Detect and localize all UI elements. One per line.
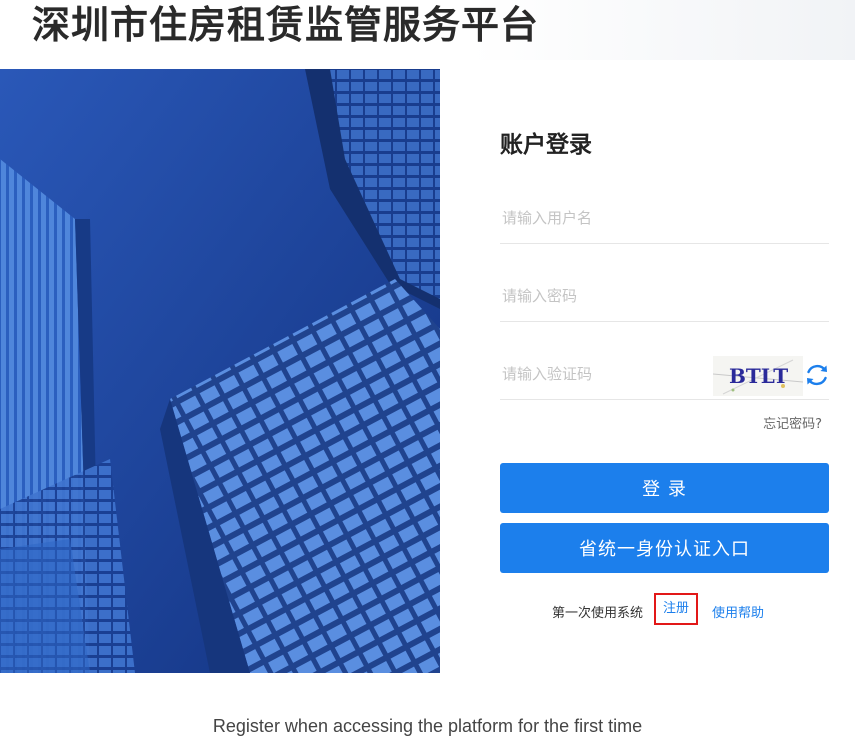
password-input[interactable] bbox=[500, 281, 704, 311]
site-title: 深圳市住房租赁监管服务平台 bbox=[32, 3, 540, 47]
login-panel: 账户登录 BTLT bbox=[500, 69, 830, 673]
captcha-input[interactable] bbox=[500, 359, 704, 389]
site-header: 深圳市住房租赁监管服务平台 bbox=[0, 0, 855, 60]
first-time-text: 第一次使用系统 bbox=[552, 606, 644, 621]
username-field-row bbox=[500, 197, 829, 244]
hero-building-image bbox=[0, 69, 440, 673]
captcha-field-row: BTLT bbox=[500, 353, 829, 400]
instruction-caption: Register when accessing the platform for… bbox=[212, 716, 643, 736]
forgot-password-link[interactable]: 忘记密码? bbox=[763, 413, 822, 432]
help-link[interactable]: 使用帮助 bbox=[712, 602, 764, 621]
username-input[interactable] bbox=[500, 203, 704, 233]
refresh-icon[interactable] bbox=[804, 362, 830, 388]
captcha-image[interactable]: BTLT bbox=[713, 356, 803, 396]
login-heading: 账户登录 bbox=[500, 132, 592, 158]
login-button[interactable]: 登 录 bbox=[500, 463, 829, 513]
register-link[interactable]: 注册 bbox=[654, 593, 698, 625]
login-page: 深圳市住房租赁监管服务平台 账户登录 请输入用户名 请输入验证码 BTLT 忘记… bbox=[0, 0, 855, 741]
unified-identity-button[interactable]: 省统一身份认证入口 bbox=[500, 523, 829, 573]
captcha-text: BTLT bbox=[729, 364, 788, 388]
password-field-row bbox=[500, 275, 829, 322]
